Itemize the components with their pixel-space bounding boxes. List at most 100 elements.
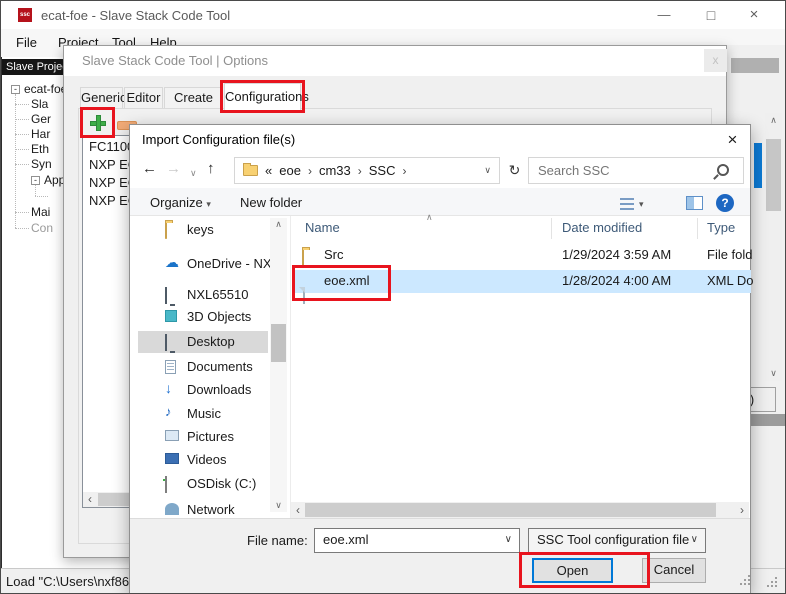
view-list-icon[interactable] bbox=[620, 198, 634, 210]
scrollbar-thumb[interactable] bbox=[305, 503, 716, 517]
view-dropdown-icon[interactable]: ▾ bbox=[639, 199, 644, 210]
import-close-icon[interactable]: × bbox=[716, 126, 749, 153]
chevron-down-icon[interactable]: ∨ bbox=[691, 534, 698, 545]
status-text: Load "C:\Users\nxf8697 bbox=[6, 574, 144, 589]
address-bar[interactable]: « eoe › cm33 › SSC › ∨ bbox=[234, 157, 500, 184]
scroll-down-icon[interactable]: ∨ bbox=[765, 368, 782, 379]
tree-guide-line bbox=[15, 94, 16, 228]
tree-guide-line bbox=[15, 104, 29, 105]
tree-node[interactable]: Syn bbox=[31, 157, 52, 171]
file-name-label: File name: bbox=[247, 533, 308, 548]
cloud-icon: ☁ bbox=[165, 255, 179, 269]
sidebar-item-videos[interactable]: Videos bbox=[130, 449, 290, 471]
column-divider[interactable] bbox=[551, 218, 552, 239]
title-bar: ssc ecat-foe - Slave Stack Code Tool — □… bbox=[1, 1, 785, 29]
scroll-left-icon[interactable]: ‹ bbox=[291, 502, 305, 518]
breadcrumb-segment[interactable]: eoe bbox=[279, 163, 301, 178]
window-title: ecat-foe - Slave Stack Code Tool bbox=[41, 8, 230, 23]
refresh-icon[interactable]: ↻ bbox=[503, 157, 526, 184]
scroll-up-icon[interactable]: ∧ bbox=[765, 115, 782, 126]
scroll-down-icon[interactable]: ∨ bbox=[270, 500, 287, 511]
tab-generic[interactable]: Generic bbox=[80, 87, 123, 109]
tree-node[interactable]: Har bbox=[31, 127, 50, 141]
scrollbar-thumb[interactable] bbox=[271, 324, 286, 362]
app-window: ssc ecat-foe - Slave Stack Code Tool — □… bbox=[0, 0, 786, 594]
scroll-up-icon[interactable]: ∧ bbox=[270, 219, 287, 230]
sidebar-item-documents[interactable]: Documents bbox=[130, 356, 290, 378]
selection-fragment bbox=[754, 143, 762, 188]
annotation-box-eoe-xml bbox=[292, 265, 391, 301]
preview-pane-icon[interactable] bbox=[686, 196, 703, 210]
music-note-icon: ♪ bbox=[165, 405, 172, 419]
sidebar-item-keys[interactable]: keys bbox=[130, 219, 290, 241]
address-dropdown-icon[interactable]: ∨ bbox=[484, 165, 491, 176]
history-chevron-icon[interactable]: ∨ bbox=[190, 166, 197, 181]
tree-guide-line bbox=[15, 164, 29, 165]
import-dialog-title: Import Configuration file(s) bbox=[142, 132, 295, 147]
back-icon[interactable]: ← bbox=[142, 161, 157, 176]
resize-grip[interactable] bbox=[740, 583, 742, 585]
search-icon bbox=[717, 164, 729, 176]
chevron-down-icon: ▾ bbox=[206, 199, 211, 209]
chevron-right-icon: › bbox=[358, 164, 362, 178]
column-header-type[interactable]: Type bbox=[707, 220, 735, 235]
cancel-button[interactable]: Cancel bbox=[642, 558, 706, 583]
column-header-date[interactable]: Date modified bbox=[562, 220, 642, 235]
breadcrumb-segment[interactable]: cm33 bbox=[319, 163, 351, 178]
sidebar-item-downloads[interactable]: ↓ Downloads bbox=[130, 379, 290, 401]
tree-node[interactable]: Sla bbox=[31, 97, 48, 111]
scroll-left-icon[interactable]: ‹ bbox=[83, 492, 97, 507]
resize-grip[interactable] bbox=[767, 585, 769, 587]
pane-divider bbox=[290, 216, 291, 518]
file-list-horizontal-scrollbar[interactable]: ‹ › bbox=[291, 502, 749, 518]
vertical-scrollbar[interactable]: ∧ ∨ bbox=[765, 113, 782, 381]
tree-guide-line bbox=[15, 119, 29, 120]
command-bar bbox=[130, 188, 750, 216]
breadcrumb-collapsed[interactable]: « bbox=[265, 163, 272, 178]
file-type-select[interactable]: SSC Tool configuration file (*.x ∨ bbox=[528, 528, 706, 553]
sidebar-item-osdisk[interactable]: OSDisk (C:) bbox=[130, 473, 290, 495]
sidebar-item-3d-objects[interactable]: 3D Objects bbox=[130, 306, 290, 328]
breadcrumb-segment[interactable]: SSC bbox=[369, 163, 396, 178]
tree-guide-line bbox=[15, 149, 29, 150]
sidebar-item-music[interactable]: ♪ Music bbox=[130, 403, 290, 425]
maximize-icon[interactable]: □ bbox=[696, 4, 726, 26]
scrollbar-thumb[interactable] bbox=[766, 139, 781, 211]
close-icon[interactable]: × bbox=[739, 4, 769, 26]
forward-icon: → bbox=[166, 161, 181, 176]
search-placeholder: Search SSC bbox=[538, 163, 610, 178]
collapse-icon[interactable]: - bbox=[31, 176, 40, 185]
menu-file[interactable]: File bbox=[16, 35, 37, 50]
file-type: XML Do bbox=[707, 273, 753, 288]
file-type: File fold bbox=[707, 247, 753, 262]
picture-icon bbox=[165, 430, 179, 441]
column-divider[interactable] bbox=[697, 218, 698, 239]
search-input[interactable]: Search SSC bbox=[528, 157, 744, 184]
help-icon[interactable]: ? bbox=[716, 194, 734, 212]
tree-node[interactable]: Eth bbox=[31, 142, 49, 156]
sidebar-scrollbar[interactable]: ∧ ∨ bbox=[270, 218, 287, 512]
options-close-icon[interactable]: x bbox=[704, 49, 727, 72]
chevron-down-icon[interactable]: ∨ bbox=[505, 534, 512, 545]
collapse-icon[interactable]: - bbox=[11, 85, 20, 94]
tree-node-root[interactable]: ecat-foe bbox=[24, 82, 67, 96]
sidebar-item-pictures[interactable]: Pictures bbox=[130, 426, 290, 448]
download-icon: ↓ bbox=[165, 381, 172, 395]
options-title-bar: Slave Stack Code Tool | Options x bbox=[64, 46, 726, 76]
tree-node[interactable]: Ger bbox=[31, 112, 51, 126]
tree-node[interactable]: Mai bbox=[31, 205, 50, 219]
file-name-input[interactable]: eoe.xml ∨ bbox=[314, 528, 520, 553]
sidebar-item-onedrive[interactable]: ☁ OneDrive - NXP bbox=[130, 253, 290, 275]
sidebar-item-this-pc[interactable]: NXL65510 bbox=[130, 284, 290, 306]
new-folder-button[interactable]: New folder bbox=[240, 195, 302, 210]
organize-button[interactable]: Organize ▾ bbox=[150, 195, 211, 210]
tab-create-files[interactable]: Create Files bbox=[164, 87, 223, 109]
up-icon[interactable]: ↑ bbox=[207, 161, 215, 176]
tab-editor[interactable]: Editor bbox=[124, 87, 163, 109]
sidebar-item-desktop[interactable]: Desktop bbox=[130, 331, 290, 353]
column-header-name[interactable]: Name bbox=[305, 220, 340, 235]
minimize-icon[interactable]: — bbox=[649, 4, 679, 26]
tree-guide-line bbox=[35, 185, 36, 196]
sort-ascending-icon[interactable]: ∧ bbox=[426, 212, 433, 223]
scroll-right-icon[interactable]: › bbox=[735, 502, 749, 518]
